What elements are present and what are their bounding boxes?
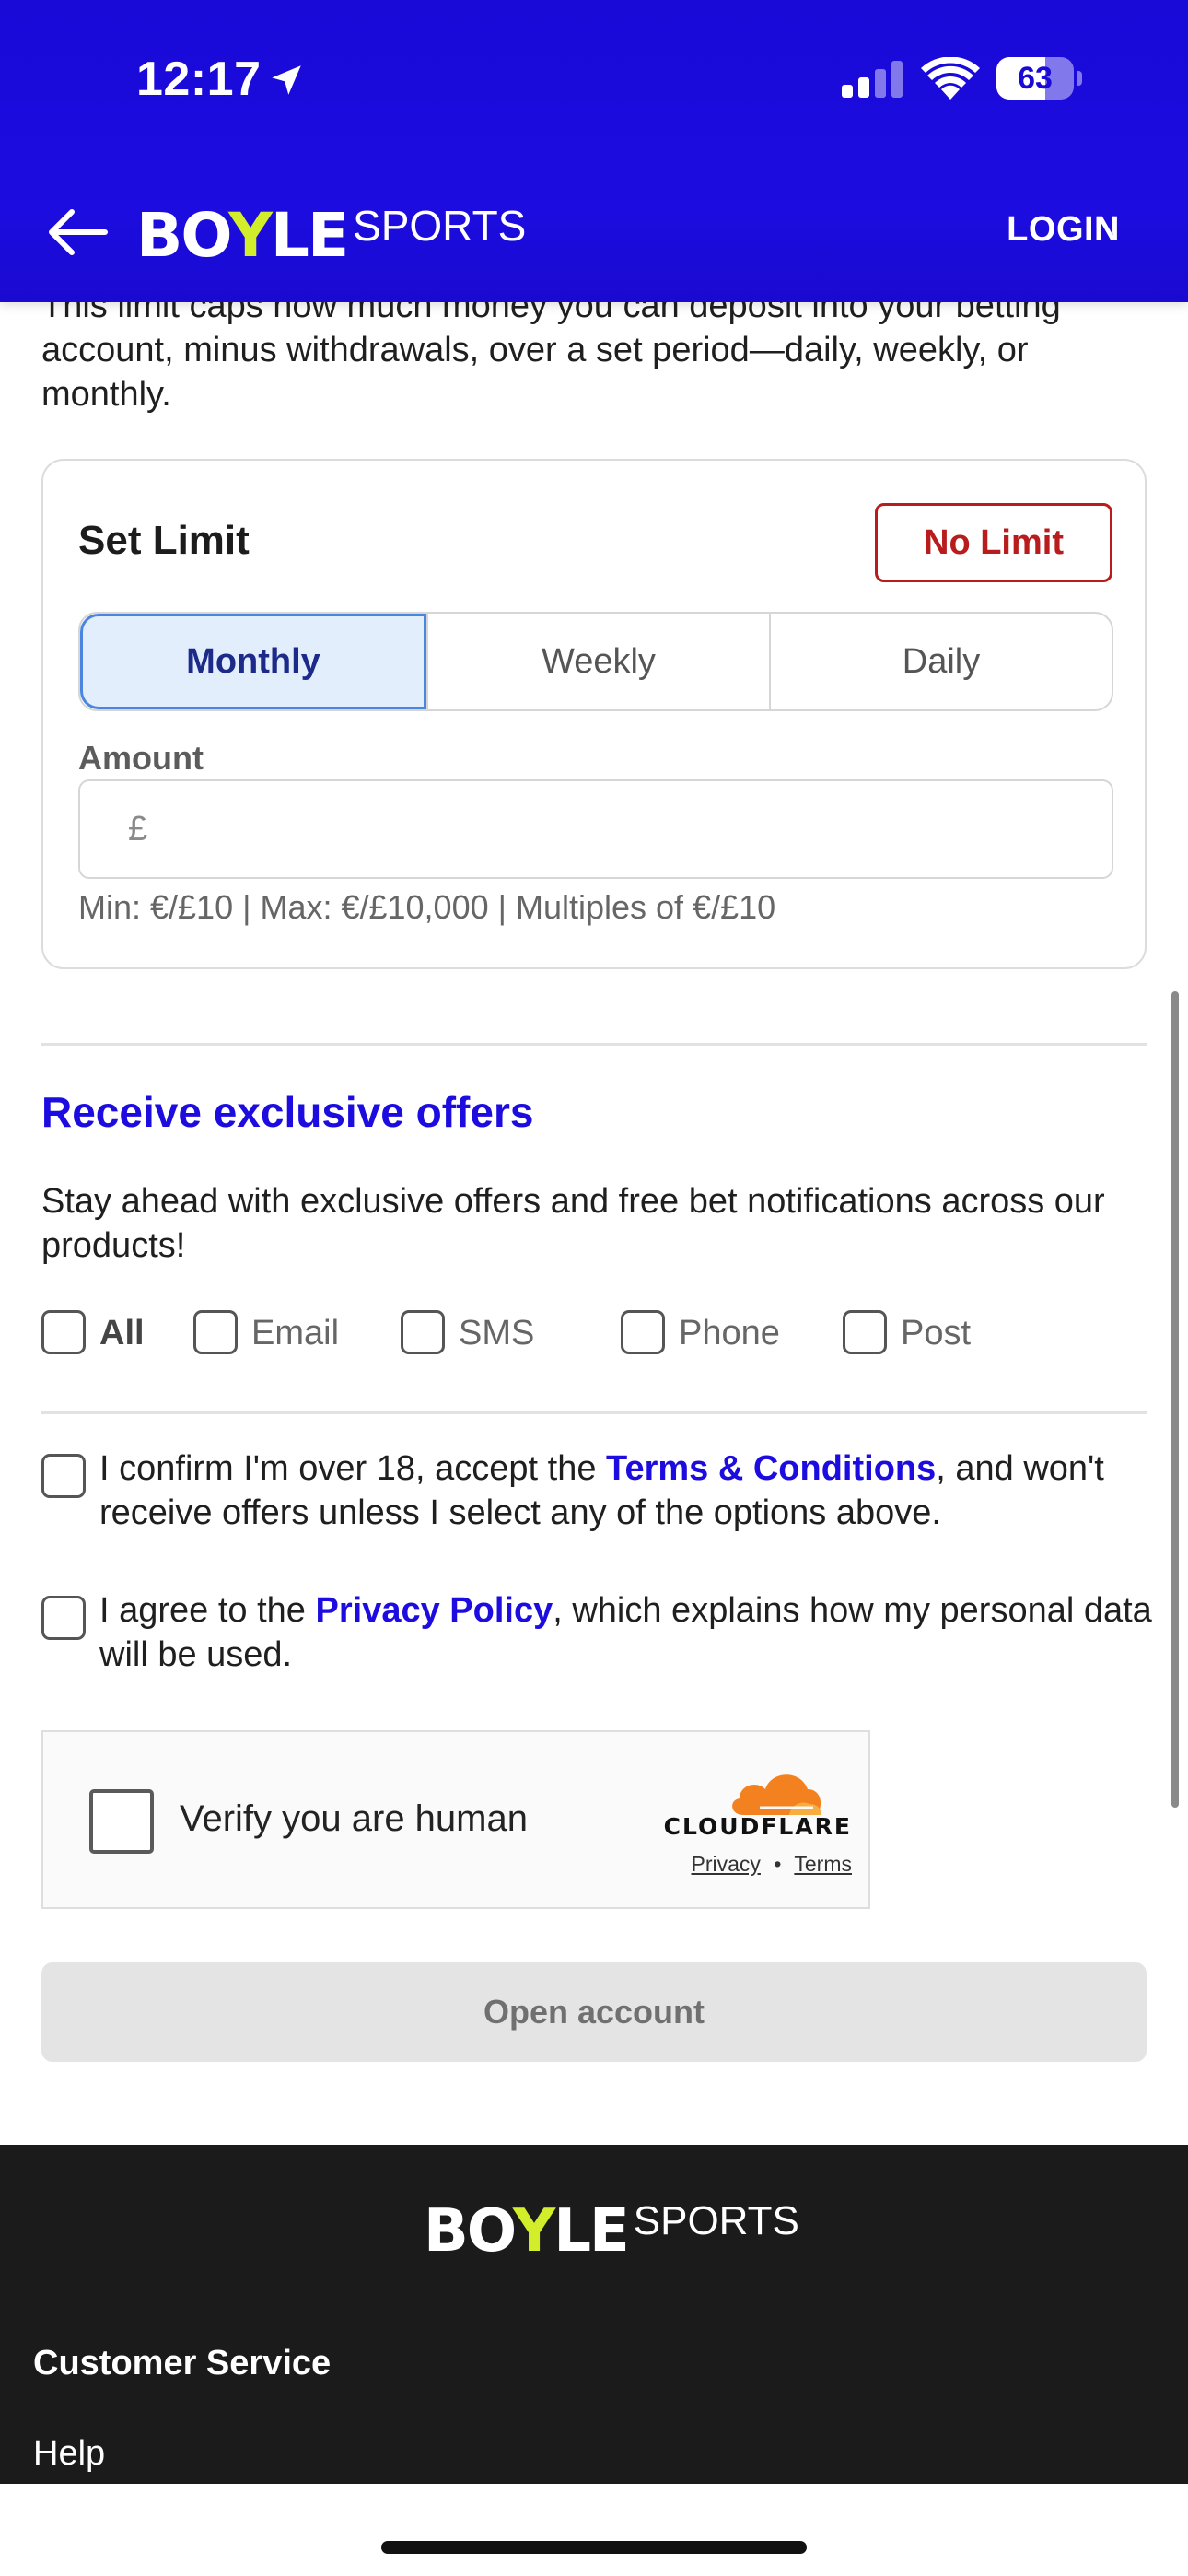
terms-checkbox[interactable] — [41, 1454, 86, 1498]
offers-description: Stay ahead with exclusive offers and fre… — [41, 1182, 1105, 1265]
bottom-safe-area — [0, 2484, 1188, 2576]
brand-logo-sub: SPORTS — [353, 202, 527, 250]
offer-checkbox-phone[interactable] — [621, 1310, 665, 1354]
battery-percent: 63 — [1018, 61, 1053, 96]
captcha-link-separator: • — [774, 1852, 782, 1876]
captcha-links: Privacy • Terms — [622, 1852, 852, 1877]
offer-checkbox-sms[interactable] — [401, 1310, 445, 1354]
terms-consent-text: I confirm I'm over 18, accept the Terms … — [99, 1446, 1159, 1535]
period-option-daily[interactable]: Daily — [769, 614, 1112, 709]
captcha-widget: Verify you are human CLOUDFLARE Privacy … — [41, 1730, 870, 1909]
footer: BOYLE SPORTS Customer Service Help — [0, 2145, 1188, 2484]
wifi-icon — [921, 57, 980, 100]
section-divider — [41, 1043, 1147, 1046]
offer-label-post[interactable]: Post — [901, 1314, 971, 1353]
cloudflare-logo-text: CLOUDFLARE — [663, 1813, 852, 1840]
currency-symbol: £ — [128, 810, 148, 849]
status-time: 12:17 — [136, 53, 262, 106]
offer-label-sms[interactable]: SMS — [459, 1314, 534, 1353]
set-limit-title: Set Limit — [78, 518, 250, 563]
back-arrow-icon[interactable] — [44, 205, 109, 260]
terms-link[interactable]: Terms & Conditions — [606, 1449, 936, 1488]
footer-brand-logo[interactable]: BOYLE SPORTS — [424, 2196, 799, 2261]
offer-checkbox-email[interactable] — [193, 1310, 238, 1354]
privacy-policy-link[interactable]: Privacy Policy — [316, 1591, 553, 1630]
offer-checkbox-post[interactable] — [843, 1310, 887, 1354]
help-link[interactable]: Help — [33, 2434, 105, 2474]
open-account-button[interactable]: Open account — [41, 1962, 1147, 2062]
battery-icon: 63 — [996, 57, 1082, 100]
deposit-limit-description: This limit caps how much money you can d… — [41, 287, 1061, 414]
cellular-signal-icon — [842, 61, 903, 98]
captcha-privacy-link[interactable]: Privacy — [692, 1852, 761, 1876]
footer-brand-logo-main: BOYLE — [424, 2197, 630, 2266]
cloudflare-cloud-icon — [732, 1774, 821, 1815]
brand-logo-main: BOYLE — [136, 200, 349, 271]
offer-checkbox-all[interactable] — [41, 1310, 86, 1354]
captcha-checkbox[interactable] — [89, 1789, 154, 1854]
amount-field[interactable]: £ — [78, 779, 1113, 879]
offers-title: Receive exclusive offers — [41, 1088, 534, 1136]
offer-label-email[interactable]: Email — [251, 1314, 339, 1353]
privacy-consent-prefix: I agree to the — [99, 1591, 316, 1630]
limit-period-selector: Monthly Weekly Daily — [78, 612, 1113, 711]
customer-service-heading: Customer Service — [33, 2344, 332, 2383]
app-header: 12:17 63 BOYLE SPORTS LOGIN — [0, 0, 1188, 302]
captcha-label: Verify you are human — [180, 1798, 528, 1839]
amount-hint: Min: €/£10 | Max: €/£10,000 | Multiples … — [78, 888, 776, 926]
offer-label-phone[interactable]: Phone — [679, 1314, 780, 1353]
scrollbar[interactable] — [1171, 991, 1179, 1808]
home-indicator — [381, 2541, 807, 2554]
period-option-monthly[interactable]: Monthly — [80, 614, 426, 709]
brand-logo[interactable]: BOYLE SPORTS — [136, 200, 527, 271]
period-option-weekly[interactable]: Weekly — [426, 614, 769, 709]
captcha-terms-link[interactable]: Terms — [794, 1852, 852, 1876]
amount-label: Amount — [78, 739, 204, 777]
footer-brand-logo-sub: SPORTS — [633, 2198, 799, 2243]
terms-consent-prefix: I confirm I'm over 18, accept the — [99, 1449, 607, 1488]
privacy-consent-text: I agree to the Privacy Policy, which exp… — [99, 1588, 1159, 1677]
section-divider — [41, 1411, 1147, 1414]
location-arrow-icon — [272, 65, 301, 95]
amount-input[interactable] — [172, 790, 1075, 868]
login-button[interactable]: LOGIN — [1007, 210, 1120, 250]
offer-label-all[interactable]: All — [99, 1314, 145, 1353]
no-limit-button[interactable]: No Limit — [875, 503, 1112, 582]
set-limit-card: Set Limit No Limit Monthly Weekly Daily … — [41, 459, 1147, 969]
privacy-checkbox[interactable] — [41, 1596, 86, 1640]
